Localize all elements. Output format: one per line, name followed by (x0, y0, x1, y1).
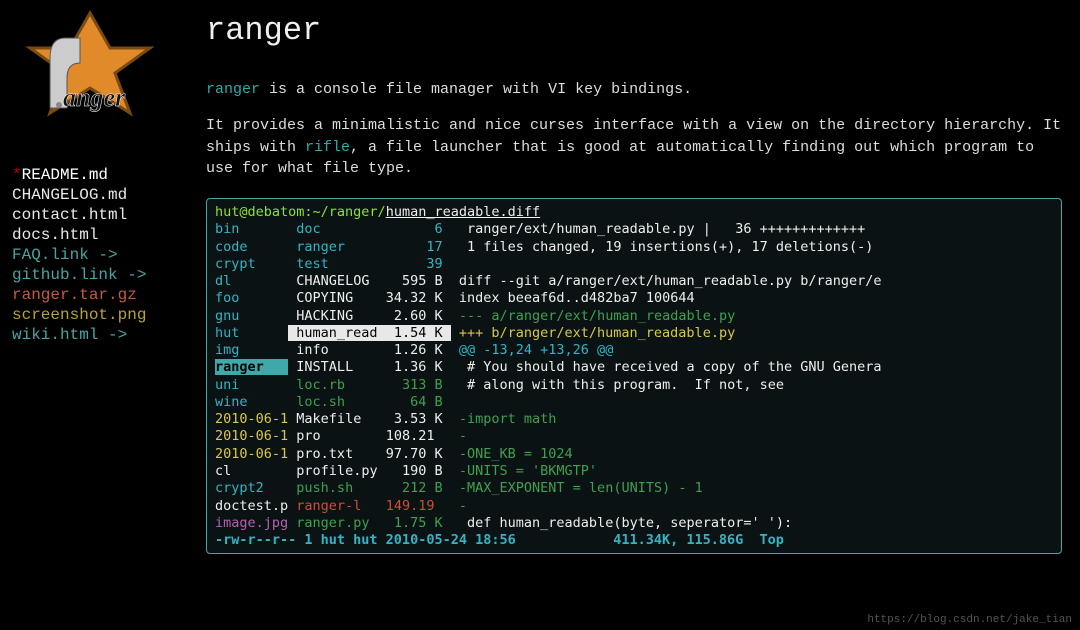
term-row: hut human_read 1.54 K +++ b/ranger/ext/h… (215, 325, 1053, 342)
svg-text:anger: anger (63, 83, 126, 112)
file-nav: *README.mdCHANGELOG.mdcontact.htmldocs.h… (6, 166, 174, 346)
term-row: code ranger 17 1 files changed, 19 inser… (215, 239, 1053, 256)
sidebar-item[interactable]: ranger.tar.gz (6, 286, 174, 306)
keyword-rifle: rifle (305, 139, 350, 156)
term-row: cl profile.py 190 B -UNITS = 'BKMGTP' (215, 463, 1053, 480)
term-status: -rw-r--r-- 1 hut hut 2010-05-24 18:56 41… (215, 532, 1053, 549)
text: is a console file manager with VI key bi… (260, 81, 692, 98)
term-row: bin doc 6 ranger/ext/human_readable.py |… (215, 221, 1053, 238)
term-row: dl CHANGELOG 595 B diff --git a/ranger/e… (215, 273, 1053, 290)
term-row: gnu HACKING 2.60 K --- a/ranger/ext/huma… (215, 308, 1053, 325)
terminal-screenshot: hut@debatom:~/ranger/human_readable.diff… (206, 198, 1062, 554)
term-row: image.jpg ranger.py 1.75 K def human_rea… (215, 515, 1053, 532)
term-row: doctest.p ranger-l 149.19 - (215, 498, 1053, 515)
term-row: foo COPYING 34.32 K index beeaf6d..d482b… (215, 290, 1053, 307)
term-path: hut@debatom:~/ranger/human_readable.diff (215, 204, 1053, 221)
term-row: img info 1.26 K @@ -13,24 +13,26 @@ (215, 342, 1053, 359)
term-row: 2010-06-1 Makefile 3.53 K -import math (215, 411, 1053, 428)
sidebar-item[interactable]: screenshot.png (6, 306, 174, 326)
watermark: https://blog.csdn.net/jake_tian (867, 614, 1072, 626)
sidebar-item[interactable]: github.link -> (6, 266, 174, 286)
term-row: crypt test 39 (215, 256, 1053, 273)
sidebar-item[interactable]: FAQ.link -> (6, 246, 174, 266)
sidebar-item[interactable]: CHANGELOG.md (6, 186, 174, 206)
sidebar-item[interactable]: contact.html (6, 206, 174, 226)
main-content: ranger ranger is a console file manager … (180, 0, 1080, 630)
term-row: ranger INSTALL 1.36 K # You should have … (215, 359, 1053, 376)
term-row: crypt2 push.sh 212 B -MAX_EXPONENT = len… (215, 480, 1053, 497)
sidebar-item[interactable]: wiki.html -> (6, 326, 174, 346)
page-title: ranger (206, 12, 1062, 49)
intro-para-1: ranger is a console file manager with VI… (206, 79, 1062, 101)
term-row: wine loc.sh 64 B (215, 394, 1053, 411)
term-row: 2010-06-1 pro.txt 97.70 K -ONE_KB = 1024 (215, 446, 1053, 463)
term-row: 2010-06-1 pro 108.21 - (215, 428, 1053, 445)
sidebar-item[interactable]: *README.md (6, 166, 174, 186)
keyword-ranger: ranger (206, 81, 260, 98)
term-row: uni loc.rb 313 B # along with this progr… (215, 377, 1053, 394)
intro-para-2: It provides a minimalistic and nice curs… (206, 115, 1062, 180)
ranger-logo-icon: anger (15, 8, 165, 148)
sidebar: anger *README.mdCHANGELOG.mdcontact.html… (0, 0, 180, 630)
sidebar-item[interactable]: docs.html (6, 226, 174, 246)
